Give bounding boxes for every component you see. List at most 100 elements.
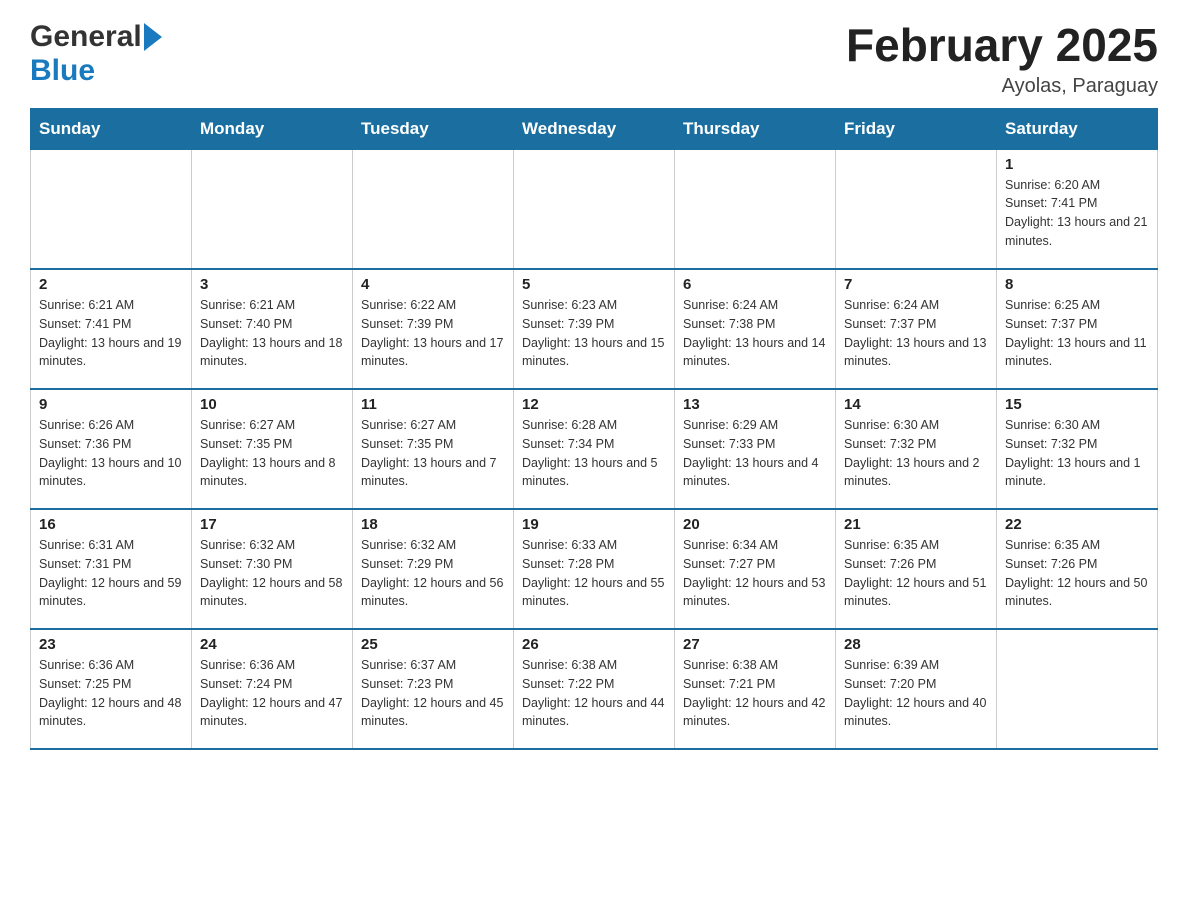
calendar-cell: 13 Sunrise: 6:29 AMSunset: 7:33 PMDayligh… — [675, 389, 836, 509]
day-info: Sunrise: 6:39 AMSunset: 7:20 PMDaylight:… — [844, 656, 988, 731]
day-number: 23 — [39, 636, 183, 653]
calendar-cell: 21 Sunrise: 6:35 AMSunset: 7:26 PMDayligh… — [836, 509, 997, 629]
logo-arrow-icon — [144, 23, 162, 51]
calendar-cell — [192, 149, 353, 269]
calendar-cell: 20 Sunrise: 6:34 AMSunset: 7:27 PMDayligh… — [675, 509, 836, 629]
day-info: Sunrise: 6:23 AMSunset: 7:39 PMDaylight:… — [522, 296, 666, 371]
day-number: 3 — [200, 276, 344, 293]
calendar-cell — [31, 149, 192, 269]
month-title: February 2025 — [846, 20, 1158, 71]
day-number: 7 — [844, 276, 988, 293]
logo-general-text: General — [30, 20, 142, 54]
calendar-cell: 23 Sunrise: 6:36 AMSunset: 7:25 PMDayligh… — [31, 629, 192, 749]
day-number: 20 — [683, 516, 827, 533]
logo-blue-text: Blue — [30, 54, 95, 88]
weekday-header-sunday: Sunday — [31, 108, 192, 149]
day-info: Sunrise: 6:37 AMSunset: 7:23 PMDaylight:… — [361, 656, 505, 731]
day-info: Sunrise: 6:38 AMSunset: 7:22 PMDaylight:… — [522, 656, 666, 731]
day-info: Sunrise: 6:32 AMSunset: 7:30 PMDaylight:… — [200, 536, 344, 611]
day-info: Sunrise: 6:27 AMSunset: 7:35 PMDaylight:… — [361, 416, 505, 491]
calendar-cell — [353, 149, 514, 269]
calendar-cell: 6Sunrise: 6:24 AMSunset: 7:38 PMDaylight… — [675, 269, 836, 389]
calendar-cell: 1Sunrise: 6:20 AMSunset: 7:41 PMDaylight… — [997, 149, 1158, 269]
calendar-cell: 16 Sunrise: 6:31 AMSunset: 7:31 PMDayligh… — [31, 509, 192, 629]
day-number: 25 — [361, 636, 505, 653]
calendar-cell: 11 Sunrise: 6:27 AMSunset: 7:35 PMDayligh… — [353, 389, 514, 509]
day-number: 11 — [361, 396, 505, 413]
page-header: General Blue February 2025 Ayolas, Parag… — [30, 20, 1158, 98]
day-number: 9 — [39, 396, 183, 413]
calendar-cell: 25 Sunrise: 6:37 AMSunset: 7:23 PMDayligh… — [353, 629, 514, 749]
calendar-cell: 7 Sunrise: 6:24 AMSunset: 7:37 PMDaylight… — [836, 269, 997, 389]
day-number: 24 — [200, 636, 344, 653]
calendar-cell — [675, 149, 836, 269]
calendar-cell: 19 Sunrise: 6:33 AMSunset: 7:28 PMDayligh… — [514, 509, 675, 629]
day-info: Sunrise: 6:35 AMSunset: 7:26 PMDaylight:… — [844, 536, 988, 611]
day-number: 21 — [844, 516, 988, 533]
day-info: Sunrise: 6:31 AMSunset: 7:31 PMDaylight:… — [39, 536, 183, 611]
day-number: 13 — [683, 396, 827, 413]
day-info: Sunrise: 6:22 AMSunset: 7:39 PMDaylight:… — [361, 296, 505, 371]
day-number: 14 — [844, 396, 988, 413]
calendar-week-5: 23 Sunrise: 6:36 AMSunset: 7:25 PMDayligh… — [31, 629, 1158, 749]
calendar-cell: 14 Sunrise: 6:30 AMSunset: 7:32 PMDayligh… — [836, 389, 997, 509]
calendar-cell: 17 Sunrise: 6:32 AMSunset: 7:30 PMDayligh… — [192, 509, 353, 629]
location-label: Ayolas, Paraguay — [846, 75, 1158, 98]
day-number: 17 — [200, 516, 344, 533]
day-info: Sunrise: 6:30 AMSunset: 7:32 PMDaylight:… — [844, 416, 988, 491]
logo: General Blue — [30, 20, 162, 88]
calendar-cell: 27 Sunrise: 6:38 AMSunset: 7:21 PMDayligh… — [675, 629, 836, 749]
weekday-header-saturday: Saturday — [997, 108, 1158, 149]
day-number: 26 — [522, 636, 666, 653]
day-info: Sunrise: 6:29 AMSunset: 7:33 PMDaylight:… — [683, 416, 827, 491]
calendar-cell: 28Sunrise: 6:39 AMSunset: 7:20 PMDayligh… — [836, 629, 997, 749]
calendar-cell: 24Sunrise: 6:36 AMSunset: 7:24 PMDayligh… — [192, 629, 353, 749]
weekday-header-tuesday: Tuesday — [353, 108, 514, 149]
calendar-cell: 2 Sunrise: 6:21 AMSunset: 7:41 PMDaylight… — [31, 269, 192, 389]
day-number: 10 — [200, 396, 344, 413]
day-number: 4 — [361, 276, 505, 293]
calendar-week-3: 9 Sunrise: 6:26 AMSunset: 7:36 PMDaylight… — [31, 389, 1158, 509]
day-number: 5 — [522, 276, 666, 293]
day-number: 8 — [1005, 276, 1149, 293]
calendar-week-4: 16 Sunrise: 6:31 AMSunset: 7:31 PMDayligh… — [31, 509, 1158, 629]
weekday-header-monday: Monday — [192, 108, 353, 149]
day-info: Sunrise: 6:27 AMSunset: 7:35 PMDaylight:… — [200, 416, 344, 491]
calendar-table: SundayMondayTuesdayWednesdayThursdayFrid… — [30, 108, 1158, 751]
day-info: Sunrise: 6:24 AMSunset: 7:37 PMDaylight:… — [844, 296, 988, 371]
day-info: Sunrise: 6:25 AMSunset: 7:37 PMDaylight:… — [1005, 296, 1149, 371]
calendar-cell: 15Sunrise: 6:30 AMSunset: 7:32 PMDayligh… — [997, 389, 1158, 509]
day-info: Sunrise: 6:20 AMSunset: 7:41 PMDaylight:… — [1005, 176, 1149, 251]
day-info: Sunrise: 6:34 AMSunset: 7:27 PMDaylight:… — [683, 536, 827, 611]
day-info: Sunrise: 6:32 AMSunset: 7:29 PMDaylight:… — [361, 536, 505, 611]
day-info: Sunrise: 6:21 AMSunset: 7:40 PMDaylight:… — [200, 296, 344, 371]
calendar-cell: 3 Sunrise: 6:21 AMSunset: 7:40 PMDaylight… — [192, 269, 353, 389]
calendar-cell — [836, 149, 997, 269]
day-number: 22 — [1005, 516, 1149, 533]
weekday-header-row: SundayMondayTuesdayWednesdayThursdayFrid… — [31, 108, 1158, 149]
calendar-cell: 8 Sunrise: 6:25 AMSunset: 7:37 PMDaylight… — [997, 269, 1158, 389]
calendar-week-1: 1Sunrise: 6:20 AMSunset: 7:41 PMDaylight… — [31, 149, 1158, 269]
calendar-cell — [997, 629, 1158, 749]
day-number: 19 — [522, 516, 666, 533]
day-number: 27 — [683, 636, 827, 653]
day-info: Sunrise: 6:33 AMSunset: 7:28 PMDaylight:… — [522, 536, 666, 611]
calendar-cell: 9 Sunrise: 6:26 AMSunset: 7:36 PMDaylight… — [31, 389, 192, 509]
day-info: Sunrise: 6:36 AMSunset: 7:25 PMDaylight:… — [39, 656, 183, 731]
calendar-cell: 22 Sunrise: 6:35 AMSunset: 7:26 PMDayligh… — [997, 509, 1158, 629]
calendar-cell: 4 Sunrise: 6:22 AMSunset: 7:39 PMDaylight… — [353, 269, 514, 389]
calendar-cell — [514, 149, 675, 269]
day-number: 2 — [39, 276, 183, 293]
day-info: Sunrise: 6:21 AMSunset: 7:41 PMDaylight:… — [39, 296, 183, 371]
day-info: Sunrise: 6:28 AMSunset: 7:34 PMDaylight:… — [522, 416, 666, 491]
weekday-header-wednesday: Wednesday — [514, 108, 675, 149]
weekday-header-friday: Friday — [836, 108, 997, 149]
title-area: February 2025 Ayolas, Paraguay — [846, 20, 1158, 98]
day-info: Sunrise: 6:38 AMSunset: 7:21 PMDaylight:… — [683, 656, 827, 731]
calendar-cell: 10 Sunrise: 6:27 AMSunset: 7:35 PMDayligh… — [192, 389, 353, 509]
day-info: Sunrise: 6:26 AMSunset: 7:36 PMDaylight:… — [39, 416, 183, 491]
day-info: Sunrise: 6:35 AMSunset: 7:26 PMDaylight:… — [1005, 536, 1149, 611]
weekday-header-thursday: Thursday — [675, 108, 836, 149]
day-number: 18 — [361, 516, 505, 533]
day-number: 16 — [39, 516, 183, 533]
